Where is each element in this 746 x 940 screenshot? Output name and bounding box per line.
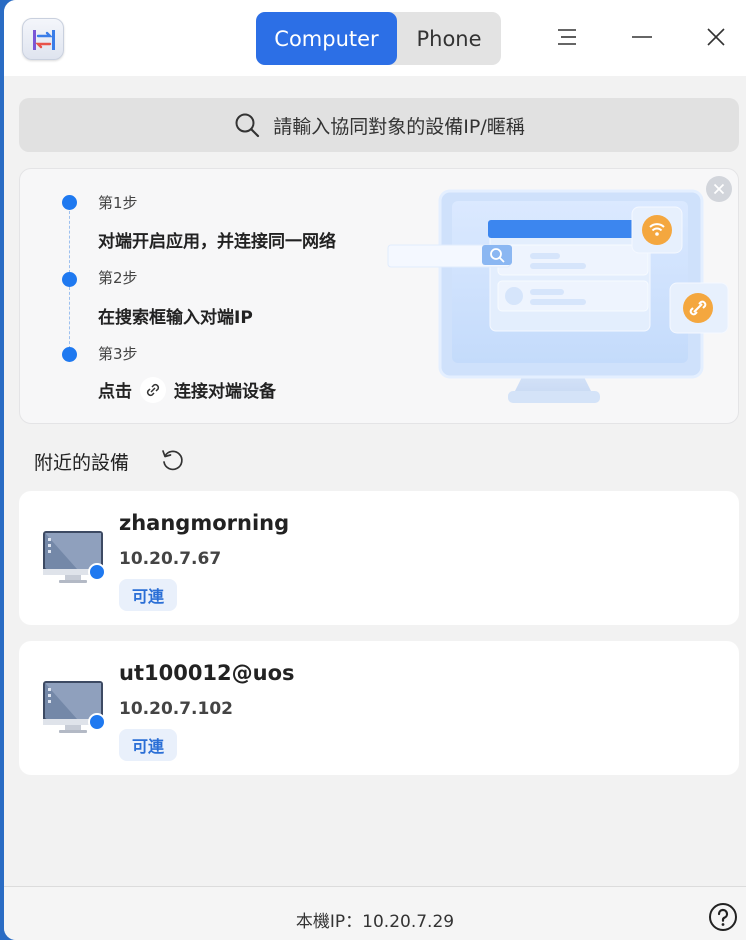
close-guide-button[interactable] (706, 176, 732, 202)
step-2-title: 第2步 (98, 269, 138, 287)
app-window: Computer Phone 請輸入協同對象的設備IP/暱稱 第1步 对端开启应… (4, 0, 746, 940)
step-3-desc: 点击 连接对端设备 (98, 377, 276, 405)
tab-phone[interactable]: Phone (397, 12, 501, 65)
step-1-title: 第1步 (98, 194, 138, 212)
step-connector (69, 287, 70, 349)
computer-icon (43, 681, 106, 733)
help-icon[interactable] (708, 902, 738, 932)
search-icon (235, 113, 260, 138)
step-3-desc-after: 连接对端设备 (174, 382, 276, 402)
step-1-desc: 对端开启应用，并连接同一网络 (98, 232, 336, 252)
device-card[interactable]: ut100012@uos 10.20.7.102 可連 (19, 641, 739, 775)
device-card[interactable]: zhangmorning 10.20.7.67 可連 (19, 491, 739, 625)
device-ip: 10.20.7.102 (119, 699, 234, 719)
device-name: ut100012@uos (119, 661, 295, 685)
step-dot (62, 195, 77, 210)
refresh-icon[interactable] (159, 447, 185, 473)
footer-bar: 本機IP：10.20.7.29 (4, 886, 746, 940)
connection-guide-card: 第1步 对端开启应用，并连接同一网络 第2步 在搜索框输入对端IP 第3步 点击… (19, 168, 739, 424)
device-ip: 10.20.7.67 (119, 549, 222, 569)
search-input[interactable]: 請輸入協同對象的設備IP/暱稱 (19, 98, 739, 152)
menu-icon[interactable] (552, 22, 582, 52)
status-badge: 可連 (119, 579, 177, 611)
step-connector (69, 211, 70, 273)
local-ip-label: 本機IP：10.20.7.29 (295, 912, 455, 932)
tab-computer[interactable]: Computer (256, 12, 397, 65)
search-placeholder: 請輸入協同對象的設備IP/暱稱 (273, 115, 525, 138)
step-3-desc-before: 点击 (98, 382, 132, 402)
close-icon (713, 183, 725, 195)
monitor-illustration (387, 189, 729, 403)
app-logo-icon (22, 18, 64, 60)
computer-icon (43, 531, 106, 583)
mode-segmented-control: Computer Phone (256, 12, 501, 65)
close-icon[interactable] (701, 22, 731, 52)
step-dot (62, 347, 77, 362)
device-name: zhangmorning (119, 511, 290, 535)
minimize-icon[interactable] (627, 22, 657, 52)
step-3-title: 第3步 (98, 345, 138, 363)
status-badge: 可連 (119, 729, 177, 761)
title-bar: Computer Phone (4, 0, 746, 76)
nearby-devices-title: 附近的設備 (34, 452, 130, 474)
step-2-desc: 在搜索框输入对端IP (98, 308, 253, 328)
link-icon (140, 377, 166, 403)
step-dot (62, 272, 77, 287)
